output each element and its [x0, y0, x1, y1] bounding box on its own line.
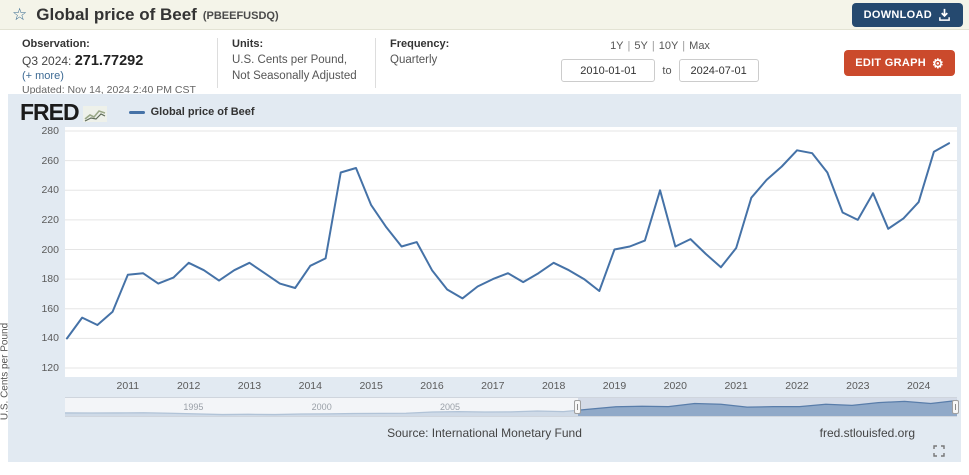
fullscreen-icon[interactable]	[933, 445, 945, 457]
frequency-value: Quarterly	[390, 53, 479, 69]
range-preset-5y[interactable]: 5Y	[634, 40, 647, 52]
x-tick-label: 2020	[664, 380, 687, 392]
edit-graph-button[interactable]: EDIT GRAPH ⚙	[844, 50, 955, 76]
x-tick-label: 2015	[359, 380, 382, 392]
series-id: (PBEEFUSDQ)	[203, 10, 279, 22]
x-tick-label: 2024	[907, 380, 930, 392]
gear-icon: ⚙	[932, 57, 944, 70]
end-date-input[interactable]	[679, 59, 759, 82]
download-icon	[938, 8, 951, 21]
chart-header: FRED Global price of Beef	[8, 99, 961, 125]
page-title: Global price of Beef	[36, 5, 197, 25]
y-tick-label: 160	[19, 303, 59, 315]
slider-year-label: 2005	[440, 402, 460, 412]
legend-label: Global price of Beef	[151, 106, 255, 118]
y-tick-label: 120	[19, 362, 59, 374]
x-tick-label: 2018	[542, 380, 565, 392]
range-preset-max[interactable]: Max	[689, 40, 710, 52]
download-button-label: DOWNLOAD	[864, 9, 932, 21]
observation-period: Q3 2024:	[22, 54, 71, 68]
x-tick-label: 2014	[299, 380, 322, 392]
range-separator: |	[652, 40, 655, 52]
to-label: to	[662, 65, 671, 77]
fred-logo[interactable]: FRED	[20, 99, 79, 126]
range-separator: |	[682, 40, 685, 52]
edit-graph-label: EDIT GRAPH	[855, 57, 926, 69]
more-link[interactable]: (+ more)	[22, 70, 201, 82]
range-preset-1y[interactable]: 1Y	[610, 40, 623, 52]
slider-left-handle[interactable]	[574, 400, 581, 414]
slider-year-label: 1995	[183, 402, 203, 412]
range-preset-links: 1Y|5Y|10Y|Max	[610, 40, 710, 52]
source-text: Source: International Monetary Fund	[387, 426, 582, 440]
x-tick-label: 2022	[785, 380, 808, 392]
y-tick-label: 140	[19, 332, 59, 344]
site-link[interactable]: fred.stlouisfed.org	[820, 426, 915, 440]
x-tick-label: 2016	[420, 380, 443, 392]
y-tick-label: 180	[19, 273, 59, 285]
x-axis-labels: 2011 2012 2013 2014 2015 2016 2017 2018 2019 2020…	[65, 377, 957, 394]
observation-block: Observation: Q3 2024: 271.77292 (+ more)…	[22, 38, 217, 88]
legend-line-swatch	[129, 111, 145, 114]
units-value-line1: U.S. Cents per Pound,	[232, 53, 359, 69]
x-tick-label: 2021	[724, 380, 747, 392]
x-tick-label: 2019	[603, 380, 626, 392]
observation-value: 271.77292	[75, 53, 144, 69]
plot-area[interactable]: U.S. Cents per Pound 2802602402202001801…	[65, 127, 957, 377]
units-label: Units:	[232, 38, 359, 50]
x-tick-label: 2013	[238, 380, 261, 392]
slider-right-handle[interactable]	[952, 400, 959, 414]
units-value-line2: Not Seasonally Adjusted	[232, 69, 359, 85]
range-separator: |	[628, 40, 631, 52]
y-tick-label: 280	[19, 125, 59, 137]
price-line-chart[interactable]	[65, 127, 957, 377]
date-range-controls: 1Y|5Y|10Y|Max to	[555, 38, 765, 88]
slider-selected-region[interactable]	[578, 398, 957, 416]
range-slider[interactable]: 1995 2000 2005	[65, 397, 957, 417]
download-button[interactable]: DOWNLOAD	[852, 3, 963, 27]
y-tick-label: 240	[19, 184, 59, 196]
start-date-input[interactable]	[561, 59, 655, 82]
y-tick-label: 260	[19, 155, 59, 167]
fred-logo-chart-icon	[83, 106, 107, 122]
chart-footer: Source: International Monetary Fund fred…	[8, 417, 961, 463]
range-preset-10y[interactable]: 10Y	[659, 40, 679, 52]
date-row: to	[561, 59, 758, 82]
y-tick-label: 200	[19, 244, 59, 256]
title-bar: ☆ Global price of Beef (PBEEFUSDQ) DOWNL…	[0, 0, 969, 30]
frequency-label: Frequency:	[390, 38, 479, 50]
units-block: Units: U.S. Cents per Pound, Not Seasona…	[217, 38, 375, 88]
chart-panel: FRED Global price of Beef U.S. Cents per…	[8, 94, 961, 462]
observation-label: Observation:	[22, 38, 201, 50]
observation-value-row: Q3 2024: 271.77292	[22, 53, 201, 69]
favorite-star-icon[interactable]: ☆	[12, 6, 27, 23]
x-tick-label: 2023	[846, 380, 869, 392]
x-tick-label: 2017	[481, 380, 504, 392]
y-tick-label: 220	[19, 214, 59, 226]
x-tick-label: 2011	[117, 380, 140, 392]
x-tick-label: 2012	[177, 380, 200, 392]
frequency-block: Frequency: Quarterly	[375, 38, 495, 88]
slider-year-label: 2000	[312, 402, 332, 412]
legend: Global price of Beef	[129, 106, 255, 118]
info-bar: Observation: Q3 2024: 271.77292 (+ more)…	[0, 30, 969, 94]
